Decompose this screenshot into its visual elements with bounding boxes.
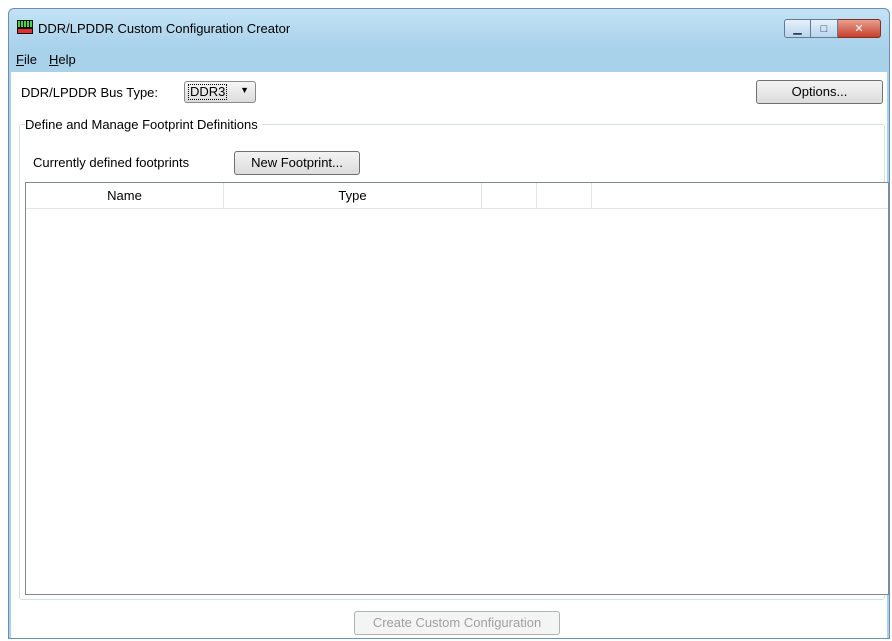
menu-bar: File Help	[9, 49, 889, 71]
close-button[interactable]: ✕	[838, 19, 881, 38]
groupbox-title: Define and Manage Footprint Definitions	[25, 117, 262, 132]
new-footprint-button[interactable]: New Footprint...	[234, 151, 360, 175]
menu-file[interactable]: File	[16, 52, 37, 67]
footprints-label: Currently defined footprints	[33, 155, 190, 170]
table-header: Name Type	[26, 183, 888, 209]
app-icon	[17, 20, 33, 34]
column-header-4[interactable]	[537, 183, 592, 208]
maximize-button[interactable]: □	[811, 19, 838, 38]
client-area: DDR/LPDDR Bus Type: DDR3 ▼ Options... De…	[11, 72, 889, 638]
column-header-type[interactable]: Type	[224, 183, 482, 208]
close-icon: ✕	[854, 23, 864, 35]
maximize-icon: □	[820, 22, 828, 35]
minimize-button[interactable]: ▁	[784, 19, 811, 38]
footprint-table[interactable]: Name Type	[25, 182, 889, 595]
column-header-name[interactable]: Name	[26, 183, 224, 208]
create-custom-configuration-button[interactable]: Create Custom Configuration	[354, 611, 560, 635]
minimize-icon: ▁	[793, 23, 802, 35]
menu-help[interactable]: Help	[49, 52, 76, 67]
bus-type-value: DDR3	[187, 84, 228, 100]
bus-type-label: DDR/LPDDR Bus Type:	[21, 85, 159, 100]
chevron-down-icon: ▼	[240, 85, 249, 95]
column-header-3[interactable]	[482, 183, 537, 208]
bus-type-select[interactable]: DDR3 ▼	[184, 81, 256, 103]
title-bar[interactable]: DDR/LPDDR Custom Configuration Creator ▁…	[9, 9, 889, 49]
main-window: DDR/LPDDR Custom Configuration Creator ▁…	[8, 8, 890, 639]
window-title: DDR/LPDDR Custom Configuration Creator	[38, 21, 291, 36]
window-controls: ▁ □ ✕	[784, 19, 881, 38]
options-button[interactable]: Options...	[756, 80, 883, 104]
